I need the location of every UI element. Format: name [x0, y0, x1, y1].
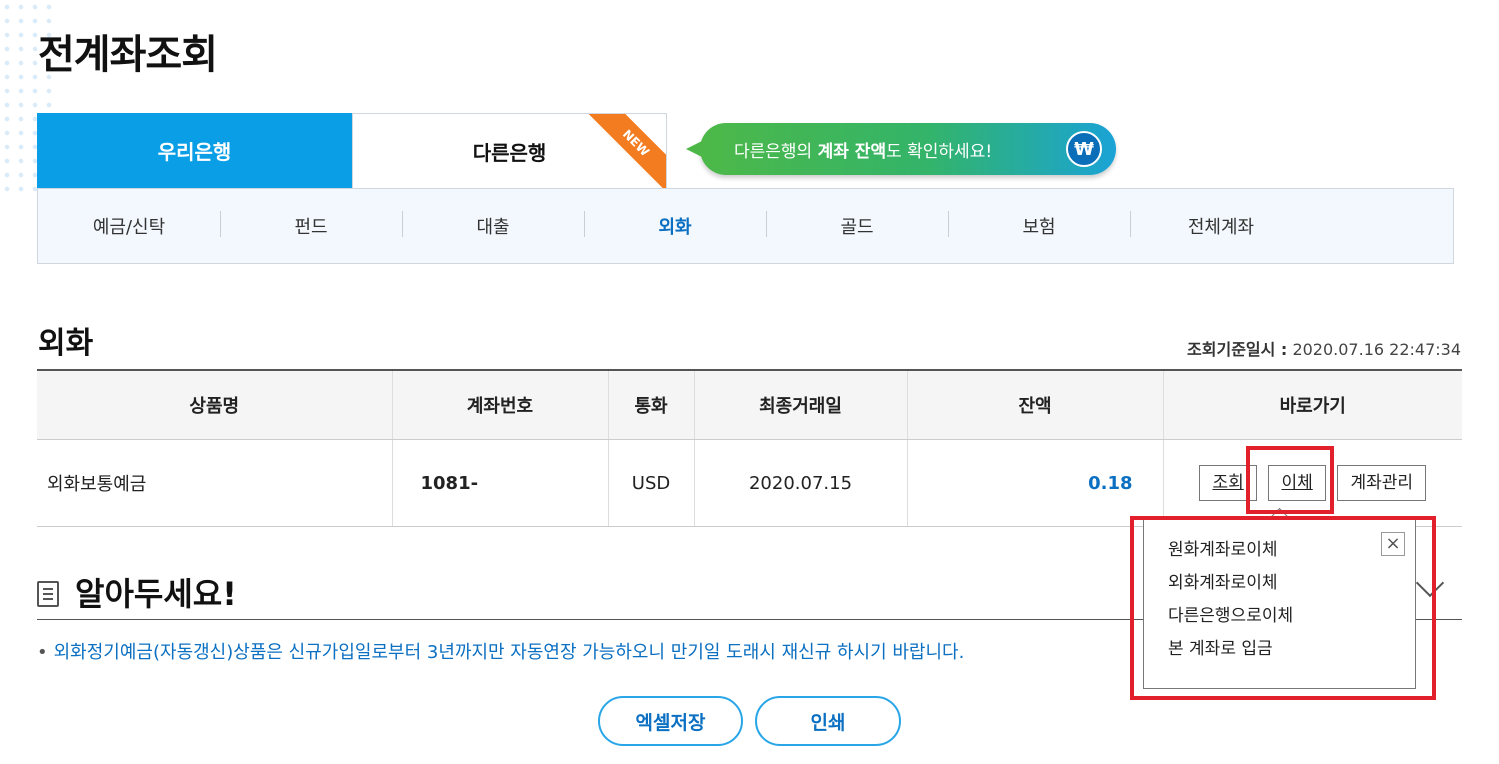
close-icon[interactable]: × [1381, 532, 1405, 556]
category-foreign-currency[interactable]: 외화 [584, 211, 766, 239]
bank-tabs: 우리은행 다른은행 NEW [37, 113, 668, 188]
table-row: 외화보통예금 1081- USD 2020.07.15 0.18 조회 이체 계… [37, 439, 1462, 527]
currency: USD [607, 439, 694, 527]
balance[interactable]: 0.18 [906, 439, 1163, 527]
shortcut-cell: 조회 이체 계좌관리 [1162, 439, 1462, 527]
category-nav: 예금/신탁 펀드 대출 외화 골드 보험 전체계좌 [37, 188, 1454, 264]
document-icon [37, 581, 59, 607]
won-icon: ₩ [1066, 131, 1102, 167]
tab-other-bank[interactable]: 다른은행 NEW [352, 113, 667, 188]
category-loan[interactable]: 대출 [402, 211, 584, 239]
account-number: 1081- [391, 439, 608, 527]
transfer-dropdown: 원화계좌로이체 외화계좌로이체 다른은행으로이체 본 계좌로 입금 × [1143, 519, 1416, 689]
account-table: 상품명 계좌번호 통화 최종거래일 잔액 바로가기 외화보통예금 1081- U… [37, 369, 1462, 527]
transfer-button[interactable]: 이체 [1268, 465, 1326, 501]
excel-save-button[interactable]: 엑셀저장 [598, 696, 743, 746]
account-manage-button[interactable]: 계좌관리 [1337, 465, 1427, 501]
timestamp-value: 2020.07.16 22:47:34 [1292, 340, 1461, 359]
category-gold[interactable]: 골드 [766, 211, 948, 239]
header-balance: 잔액 [906, 369, 1163, 440]
promo-bubble[interactable]: 다른은행의 계좌 잔액도 확인하세요! ₩ [686, 123, 1116, 175]
tab-woori-bank[interactable]: 우리은행 [37, 113, 352, 188]
menu-item-other-bank-transfer[interactable]: 다른은행으로이체 [1168, 600, 1415, 633]
print-button[interactable]: 인쇄 [755, 696, 901, 746]
header-currency: 통화 [607, 369, 694, 440]
last-transaction-date: 2020.07.15 [693, 439, 907, 527]
section-title: 외화 [38, 326, 94, 361]
header-account-number: 계좌번호 [391, 369, 608, 440]
header-last-transaction: 최종거래일 [693, 369, 907, 440]
tab-other-bank-label: 다른은행 [472, 140, 547, 165]
bullet-icon: • [37, 642, 48, 663]
inquiry-button[interactable]: 조회 [1199, 465, 1257, 501]
menu-item-foreign-transfer[interactable]: 외화계좌로이체 [1168, 567, 1415, 600]
product-name: 외화보통예금 [37, 439, 392, 527]
category-fund[interactable]: 펀드 [220, 211, 402, 239]
notice-message: 외화정기예금(자동갱신)상품은 신규가입일로부터 3년까지만 자동연장 가능하오… [53, 642, 965, 663]
category-all-accounts[interactable]: 전체계좌 [1130, 211, 1312, 239]
query-timestamp: 조회기준일시 : 2020.07.16 22:47:34 [1187, 336, 1461, 360]
notice-title: 알아두세요! [75, 575, 237, 613]
chevron-down-icon[interactable] [1415, 568, 1445, 598]
header-shortcuts: 바로가기 [1162, 369, 1462, 440]
menu-item-won-transfer[interactable]: 원화계좌로이체 [1168, 534, 1415, 567]
category-insurance[interactable]: 보험 [948, 211, 1130, 239]
new-badge: NEW [584, 114, 666, 188]
promo-text: 다른은행의 계좌 잔액도 확인하세요! [734, 141, 993, 162]
page-title: 전계좌조회 [38, 32, 218, 78]
table-header-row: 상품명 계좌번호 통화 최종거래일 잔액 바로가기 [37, 369, 1462, 440]
category-deposit[interactable]: 예금/신탁 [38, 213, 220, 239]
header-product-name: 상품명 [37, 369, 392, 440]
notice-text: • 외화정기예금(자동갱신)상품은 신규가입일로부터 3년까지만 자동연장 가능하… [37, 638, 964, 664]
menu-item-deposit-to-account[interactable]: 본 계좌로 입금 [1168, 633, 1415, 666]
timestamp-label: 조회기준일시 : [1187, 340, 1288, 359]
